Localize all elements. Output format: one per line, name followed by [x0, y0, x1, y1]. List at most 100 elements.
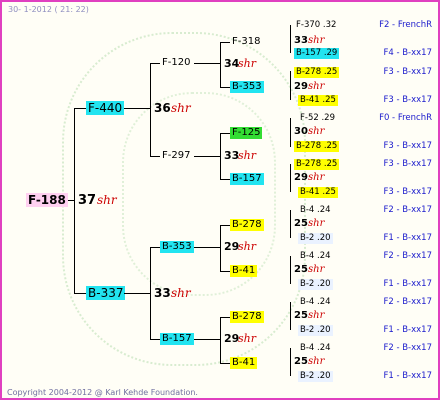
gen4-horse-4[interactable]: B-41 .25	[298, 95, 338, 106]
gen3-horse-6[interactable]: B-41	[230, 265, 258, 277]
root-inbreeding-value: 37	[78, 193, 97, 208]
connector-line	[220, 42, 221, 87]
gen3-value-2: 29	[294, 81, 308, 92]
connector-line	[290, 71, 291, 100]
connector-line	[194, 339, 220, 340]
connector-line	[194, 247, 220, 248]
gen3-shr-4: shr	[308, 172, 325, 183]
gen4-horse-12[interactable]: B-2 .20	[298, 279, 333, 290]
gen4-horse-9[interactable]: B-4 .24	[298, 205, 333, 216]
gen4-horse-10[interactable]: B-2 .20	[298, 233, 333, 244]
connector-line	[220, 363, 230, 364]
gen3-horse-4[interactable]: B-157	[230, 173, 264, 185]
gen2-shr-2: shr	[238, 149, 256, 162]
gen2-shr-4: shr	[238, 332, 256, 345]
gen2-horse-3[interactable]: B-353	[160, 241, 194, 253]
gen3-value-1: 33	[294, 35, 308, 46]
gen4-horse-1[interactable]: F-370 .32	[294, 20, 338, 31]
gen4-horse-2[interactable]: B-157 .29	[294, 48, 340, 59]
gen3-value-8: 25	[294, 356, 308, 367]
gen3-value-7: 25	[294, 310, 308, 321]
gen3-shr-8: shr	[308, 356, 325, 367]
connector-line	[290, 25, 291, 53]
family-label-3: F3 - B-xx17	[383, 67, 432, 77]
pedigree-chart: 30- 1-2012 ( 21: 22) Copyright 2004-2012…	[0, 0, 440, 400]
family-label-11: F2 - B-xx17	[383, 251, 432, 261]
family-label-5: F0 - FrenchR	[379, 113, 432, 123]
gen1-sire-value: 36	[154, 101, 171, 115]
gen4-horse-14[interactable]: B-2 .20	[298, 325, 333, 336]
gen3-value-5: 25	[294, 218, 308, 229]
gen2-horse-2[interactable]: F-297	[160, 150, 192, 162]
gen4-horse-11[interactable]: B-4 .24	[298, 251, 333, 262]
connector-line	[150, 63, 151, 156]
gen3-horse-3[interactable]: F-125	[230, 127, 263, 139]
connector-line	[220, 317, 221, 363]
gen1-sire-shr: shr	[171, 101, 191, 115]
connector-line	[290, 302, 291, 330]
connector-line	[220, 87, 230, 88]
gen3-shr-2: shr	[308, 81, 325, 92]
connector-line	[150, 247, 151, 339]
gen4-horse-8[interactable]: B-41 .25	[298, 187, 338, 198]
gen3-horse-1[interactable]: F-318	[230, 36, 262, 48]
connector-line	[124, 293, 150, 294]
connector-line	[150, 156, 160, 157]
family-label-16: F1 - B-xx17	[383, 371, 432, 381]
connector-line	[150, 339, 160, 340]
family-label-10: F1 - B-xx17	[383, 233, 432, 243]
gen3-shr-3: shr	[308, 126, 325, 137]
gen3-shr-6: shr	[308, 264, 325, 275]
gen1-dam-shr: shr	[171, 286, 191, 300]
connector-line	[74, 108, 86, 109]
footer-copyright: Copyright 2004-2012 @ Karl Kehde Foundat…	[7, 388, 198, 397]
connector-line	[194, 63, 220, 64]
connector-line	[290, 256, 291, 284]
connector-line	[124, 108, 150, 109]
family-label-1: F2 - FrenchR	[379, 20, 432, 30]
connector-line	[74, 293, 86, 294]
connector-line	[220, 225, 230, 226]
connector-line	[220, 179, 230, 180]
gen1-dam[interactable]: B-337	[86, 286, 126, 300]
gen4-horse-13[interactable]: B-4 .24	[298, 297, 333, 308]
gen2-horse-4[interactable]: B-157	[160, 333, 194, 345]
family-label-8: F3 - B-xx17	[383, 187, 432, 197]
gen3-horse-8[interactable]: B-41	[230, 357, 258, 369]
gen2-shr-3: shr	[238, 240, 256, 253]
root-horse[interactable]: F-188	[26, 193, 68, 207]
gen3-horse-2[interactable]: B-353	[230, 81, 264, 93]
header-date: 30- 1-2012 ( 21: 22)	[8, 5, 89, 14]
family-label-15: F2 - B-xx17	[383, 343, 432, 353]
connector-line	[290, 210, 291, 238]
root-shr-label: shr	[97, 193, 117, 207]
connector-line	[150, 247, 160, 248]
gen4-horse-5[interactable]: F-52 .29	[298, 113, 337, 124]
gen4-horse-15[interactable]: B-4 .24	[298, 343, 333, 354]
connector-line	[220, 225, 221, 271]
gen3-horse-5[interactable]: B-278	[230, 219, 264, 231]
gen3-value-6: 25	[294, 264, 308, 275]
gen3-horse-7[interactable]: B-278	[230, 311, 264, 323]
gen2-shr-1: shr	[238, 57, 256, 70]
gen1-sire[interactable]: F-440	[86, 101, 125, 115]
family-label-7: F3 - B-xx17	[383, 159, 432, 169]
family-label-2: F4 - B-xx17	[383, 48, 432, 58]
connector-line	[220, 133, 230, 134]
connector-line	[194, 156, 220, 157]
family-label-13: F2 - B-xx17	[383, 297, 432, 307]
connector-line	[220, 42, 230, 43]
connector-line	[220, 133, 221, 179]
gen3-shr-7: shr	[308, 310, 325, 321]
gen4-horse-16[interactable]: B-2 .20	[298, 371, 333, 382]
gen1-dam-value: 33	[154, 286, 171, 300]
gen4-horse-7[interactable]: B-278 .25	[294, 159, 340, 170]
family-label-12: F1 - B-xx17	[383, 279, 432, 289]
connector-line	[74, 108, 75, 294]
gen2-horse-1[interactable]: F-120	[160, 57, 192, 69]
gen4-horse-6[interactable]: B-278 .25	[294, 141, 340, 152]
family-label-6: F3 - B-xx17	[383, 141, 432, 151]
gen4-horse-3[interactable]: B-278 .25	[294, 67, 340, 78]
connector-line	[150, 63, 160, 64]
family-label-9: F2 - B-xx17	[383, 205, 432, 215]
